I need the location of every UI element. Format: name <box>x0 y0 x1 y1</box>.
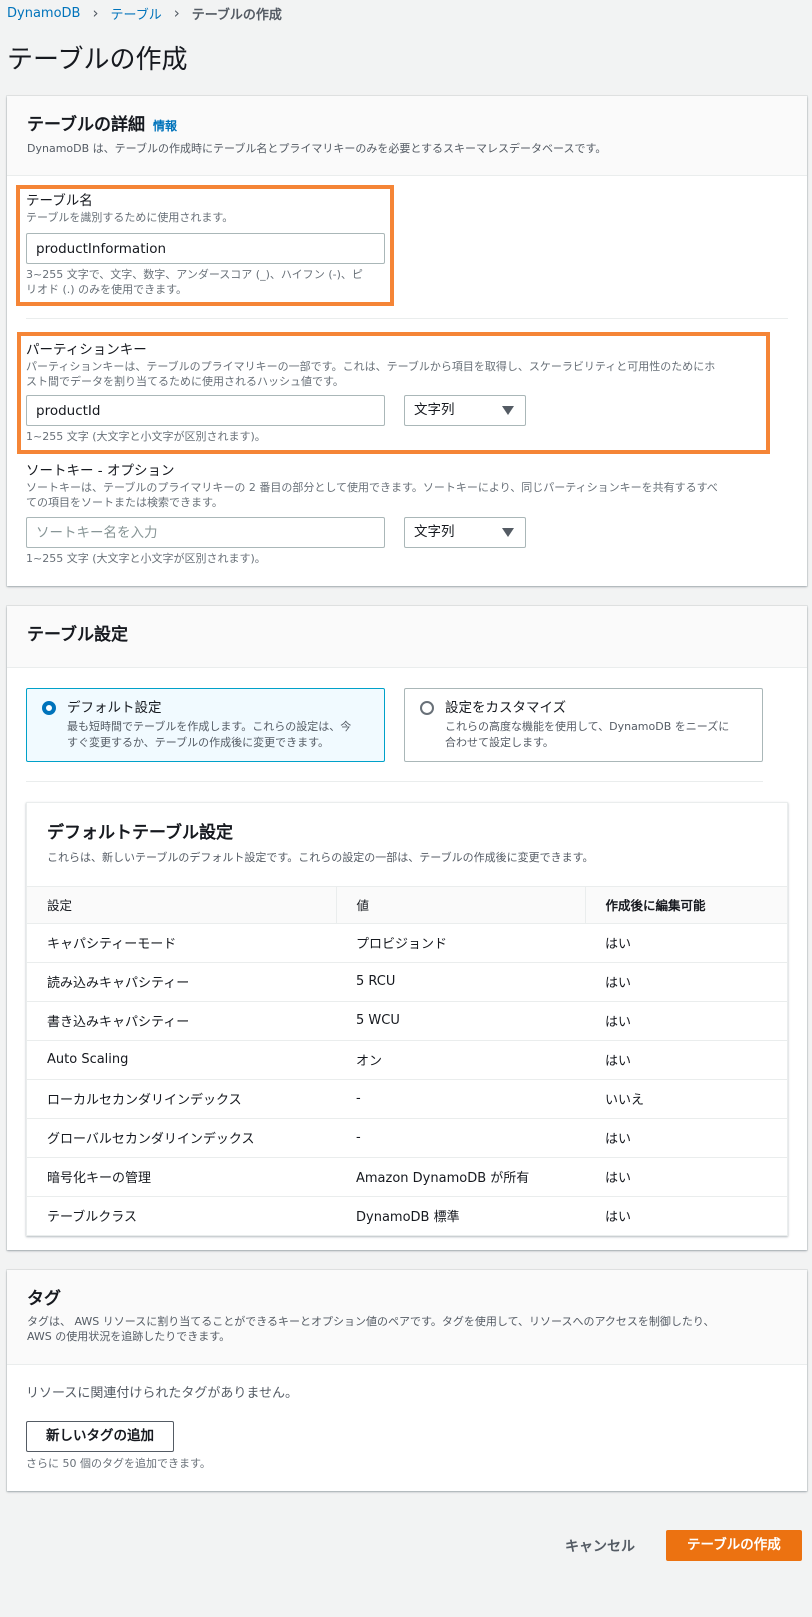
value-cell: オン <box>336 1040 585 1080</box>
create-table-button[interactable]: テーブルの作成 <box>666 1530 802 1561</box>
divider <box>26 781 763 782</box>
breadcrumb-dynamodb-link[interactable]: DynamoDB <box>7 6 80 21</box>
editable-cell: はい <box>605 1210 632 1226</box>
table-settings-panel: テーブル設定 デフォルト設定 最も短時間でテーブルを作成します。これらの設定は、… <box>7 606 807 1250</box>
breadcrumb-tables-link[interactable]: テーブル <box>110 4 161 23</box>
table-settings-header: テーブル設定 <box>7 606 807 668</box>
partition-key-highlight <box>17 332 770 454</box>
cancel-button[interactable]: キャンセル <box>565 1536 635 1556</box>
column-header-value: 値 <box>336 887 586 924</box>
default-table-settings-title: デフォルトテーブル設定 <box>47 823 233 843</box>
table-row: Auto Scaling オン はい <box>27 1040 787 1080</box>
tags-desc-line2: AWS の使用状況を追跡したりできます。 <box>27 1330 231 1343</box>
table-row: テーブルクラス DynamoDB 標準 はい <box>27 1196 787 1235</box>
table-details-title: テーブルの詳細 情報 <box>27 113 787 138</box>
setting-cell: 読み込みキャパシティー <box>27 962 336 1002</box>
info-link[interactable]: 情報 <box>153 119 177 133</box>
table-settings-title: テーブル設定 <box>27 625 128 645</box>
table-details-title-text: テーブルの詳細 <box>27 115 145 135</box>
table-header-row: 設定 値 作成後に編集可能 <box>27 887 787 924</box>
default-table-settings-header: デフォルトテーブル設定 これらは、新しいテーブルのデフォルト設定です。これらの設… <box>27 803 787 887</box>
value-cell: DynamoDB 標準 <box>356 1210 460 1226</box>
editable-cell: はい <box>585 1157 787 1197</box>
value-cell: 5 RCU <box>336 962 585 1002</box>
chevron-right-icon: › <box>92 4 99 22</box>
sort-key-input[interactable] <box>26 517 385 548</box>
table-row: キャパシティーモード プロビジョンド はい <box>27 923 787 963</box>
editable-cell: はい <box>585 962 787 1002</box>
breadcrumb-current: テーブルの作成 <box>191 7 282 23</box>
sort-key-field: ソートキー - オプション ソートキーは、テーブルのプライマリキーの 2 番目の… <box>26 462 766 510</box>
table-details-header: テーブルの詳細 情報 DynamoDB は、テーブルの作成時にテーブル名とプライマ… <box>7 96 807 176</box>
breadcrumb: DynamoDB › テーブル › テーブルの作成 <box>7 3 282 23</box>
table-row: 書き込みキャパシティー 5 WCU はい <box>27 1001 787 1041</box>
customize-settings-title: 設定をカスタマイズ <box>445 700 567 716</box>
value-cell: - <box>336 1118 585 1158</box>
value-cell: Amazon DynamoDB が所有 <box>336 1157 585 1197</box>
table-row: 暗号化キーの管理 Amazon DynamoDB が所有 はい <box>27 1157 787 1197</box>
table-row: ローカルセカンダリインデックス - いいえ <box>27 1079 787 1119</box>
add-tag-button[interactable]: 新しいタグの追加 <box>26 1421 174 1452</box>
sort-key-label: ソートキー - オプション <box>26 463 175 479</box>
editable-cell: はい <box>585 1001 787 1041</box>
caret-down-icon <box>502 528 514 537</box>
default-settings-title: デフォルト設定 <box>67 700 162 716</box>
editable-cell: はい <box>585 1040 787 1080</box>
default-table-settings-description: これらは、新しいテーブルのデフォルト設定です。これらの設定の一部は、テーブルの作… <box>47 851 594 864</box>
default-settings-desc-line2: すぐ変更するか、テーブルの作成後に変更できます。 <box>67 736 330 749</box>
radio-selected-icon[interactable] <box>42 701 56 715</box>
sort-key-desc-line2: ての項目をソートまたは検索できます。 <box>26 496 223 509</box>
divider <box>26 318 788 319</box>
setting-cell: キャパシティーモード <box>27 923 336 963</box>
setting-cell: 暗号化キーの管理 <box>27 1157 336 1197</box>
default-settings-description: 最も短時間でテーブルを作成します。これらの設定は、今 すぐ変更するか、テーブルの… <box>67 719 368 751</box>
editable-cell: いいえ <box>585 1079 787 1119</box>
editable-cell: はい <box>585 1118 787 1158</box>
customize-settings-option[interactable]: 設定をカスタマイズ これらの高度な機能を使用して、DynamoDB をニーズに … <box>404 688 763 762</box>
value-cell: プロビジョンド <box>336 923 585 963</box>
table-name-highlight <box>16 185 394 306</box>
customize-settings-description: これらの高度な機能を使用して、DynamoDB をニーズに 合わせて設定します。 <box>445 719 746 751</box>
value-cell: 5 WCU <box>336 1001 585 1041</box>
default-settings-table: 設定 値 作成後に編集可能 キャパシティーモード プロビジョンド はい 読み込み… <box>27 887 787 1235</box>
chevron-right-icon: › <box>173 4 180 22</box>
setting-cell: 書き込みキャパシティー <box>27 1001 336 1041</box>
editable-cell: はい <box>585 923 787 963</box>
sort-key-type-select[interactable]: 文字列 <box>404 517 526 548</box>
default-table-settings: デフォルトテーブル設定 これらは、新しいテーブルのデフォルト設定です。これらの設… <box>26 802 788 1236</box>
tags-empty-message: リソースに関連付けられたタグがありません。 <box>26 1386 298 1401</box>
tags-desc-line1: タグは、 AWS リソースに割り当てることができるキーとオプション値のペアです。… <box>27 1315 715 1328</box>
setting-cell: ローカルセカンダリインデックス <box>27 1079 336 1119</box>
tags-description: タグは、 AWS リソースに割り当てることができるキーとオプション値のペアです。… <box>27 1314 787 1344</box>
default-settings-option[interactable]: デフォルト設定 最も短時間でテーブルを作成します。これらの設定は、今 すぐ変更す… <box>26 688 385 762</box>
column-header-editable: 作成後に編集可能 <box>585 887 787 924</box>
table-row: 読み込みキャパシティー 5 RCU はい <box>27 962 787 1002</box>
column-header-setting: 設定 <box>27 887 337 924</box>
customize-settings-desc-line2: 合わせて設定します。 <box>445 736 554 749</box>
setting-cell: Auto Scaling <box>27 1040 336 1080</box>
table-details-panel: テーブルの詳細 情報 DynamoDB は、テーブルの作成時にテーブル名とプライマ… <box>7 96 807 586</box>
tags-header: タグ タグは、 AWS リソースに割り当てることができるキーとオプション値のペア… <box>7 1270 807 1365</box>
sort-key-desc-line1: ソートキーは、テーブルのプライマリキーの 2 番目の部分として使用できます。ソー… <box>26 481 718 494</box>
table-row: グローバルセカンダリインデックス - はい <box>27 1118 787 1158</box>
value-cell: - <box>336 1079 585 1119</box>
sort-key-hint: 1~255 文字 (大文字と小文字が区別されます)。 <box>26 552 266 565</box>
setting-cell: テーブルクラス <box>47 1210 137 1226</box>
default-settings-desc-line1: 最も短時間でテーブルを作成します。これらの設定は、今 <box>67 720 352 733</box>
radio-unselected-icon[interactable] <box>420 701 434 715</box>
tags-title: タグ <box>27 1289 61 1309</box>
page-title: テーブルの作成 <box>7 45 188 75</box>
tags-limit-hint: さらに 50 個のタグを追加できます。 <box>26 1457 211 1470</box>
tags-panel: タグ タグは、 AWS リソースに割り当てることができるキーとオプション値のペア… <box>7 1270 807 1491</box>
sort-key-type-value: 文字列 <box>414 524 455 540</box>
customize-settings-desc-line1: これらの高度な機能を使用して、DynamoDB をニーズに <box>445 720 730 733</box>
table-details-description: DynamoDB は、テーブルの作成時にテーブル名とプライマリキーのみを必要とす… <box>27 142 607 155</box>
setting-cell: グローバルセカンダリインデックス <box>27 1118 336 1158</box>
